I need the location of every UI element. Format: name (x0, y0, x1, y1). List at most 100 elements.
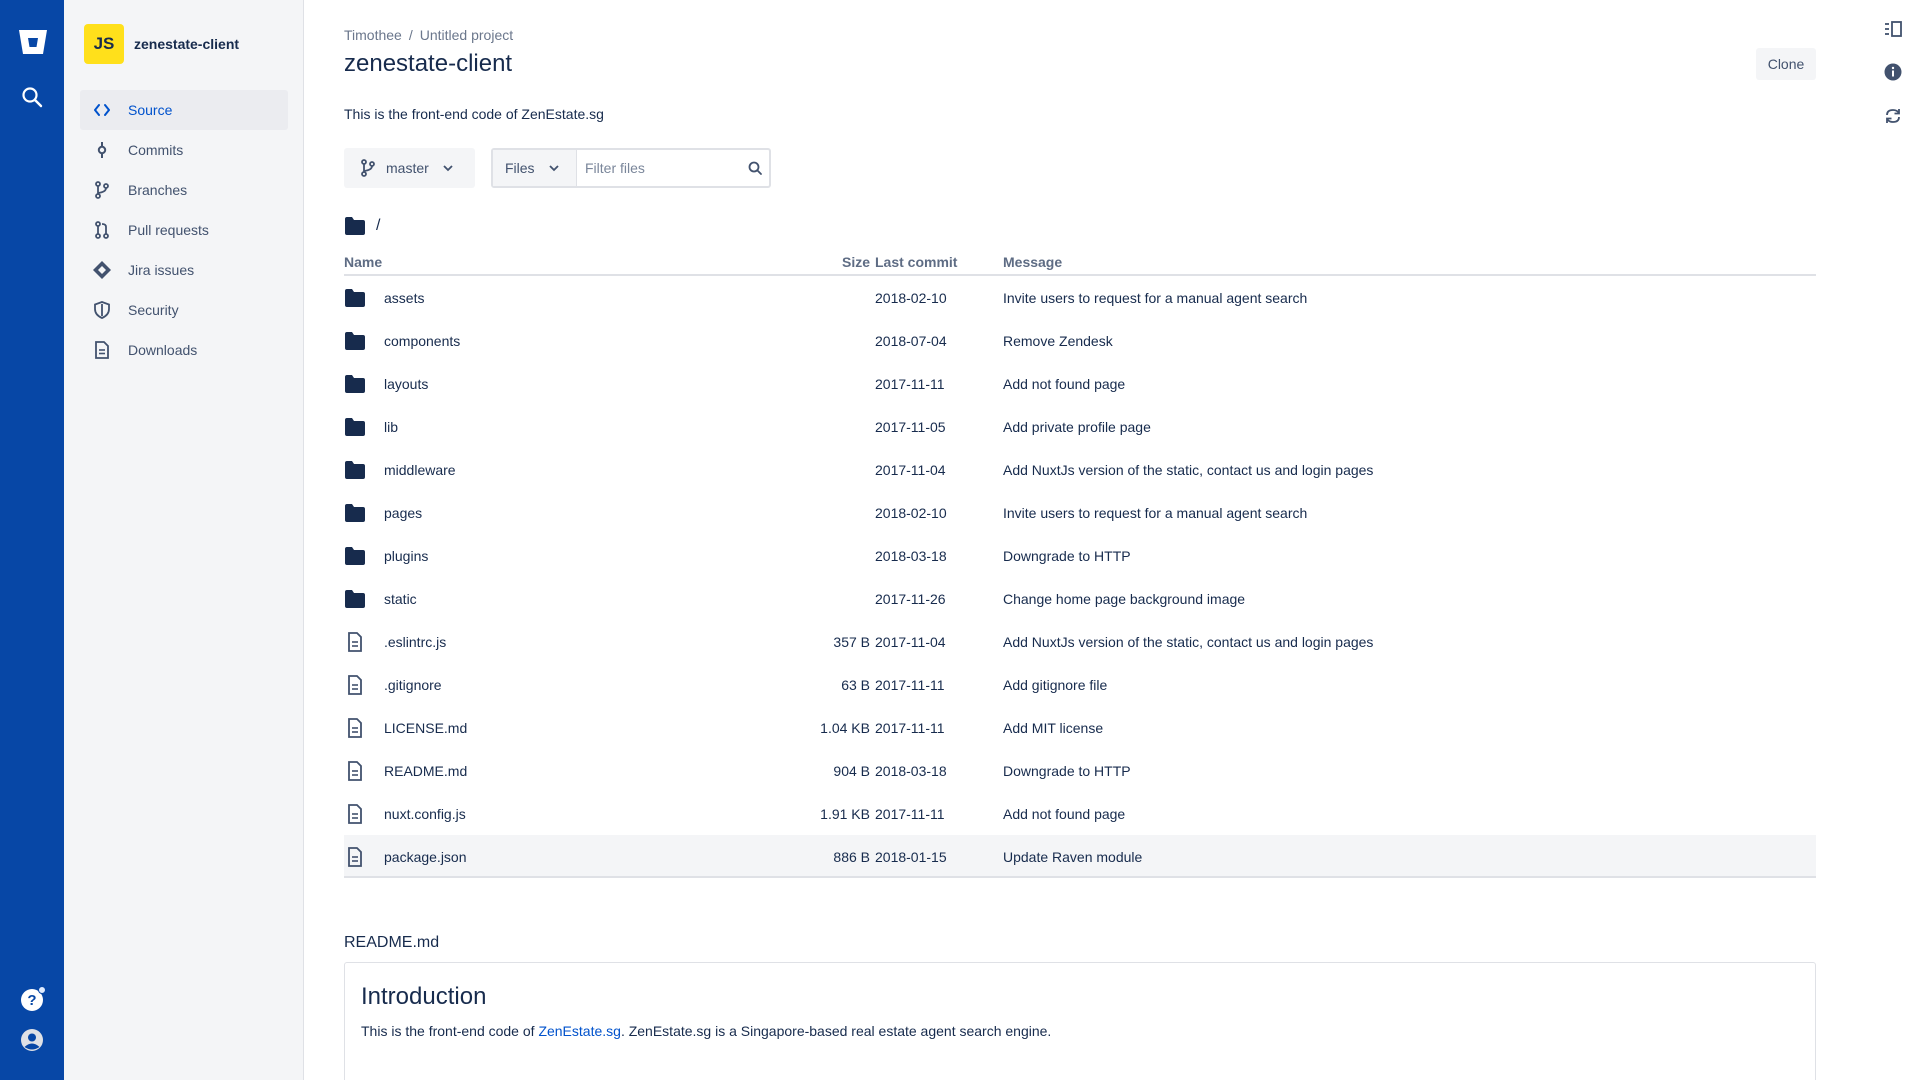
commit-message[interactable]: Add not found page (1003, 806, 1125, 822)
readme-text-before: This is the front-end code of (361, 1023, 539, 1039)
pull-request-icon (92, 220, 112, 240)
commit-message[interactable]: Downgrade to HTTP (1003, 763, 1131, 779)
sidebar-item-commits[interactable]: Commits (80, 130, 288, 170)
file-icon (344, 718, 366, 738)
file-name[interactable]: pages (384, 505, 422, 521)
jira-icon (92, 260, 112, 280)
table-row[interactable]: nuxt.config.js 1.91 KB 2017-11-11 Add not f… (344, 792, 1816, 835)
table-row[interactable]: .eslintrc.js 357 B 2017-11-04 Add NuxtJs ve… (344, 620, 1816, 663)
search-icon[interactable] (747, 160, 763, 176)
table-row[interactable]: static 2017-11-26 Change home page backgro… (344, 577, 1816, 620)
sidebar-item-downloads[interactable]: Downloads (80, 330, 288, 370)
file-size: 1.04 KB (820, 720, 870, 736)
current-path[interactable]: / (376, 217, 380, 235)
search-icon[interactable] (21, 86, 43, 108)
file-name[interactable]: nuxt.config.js (384, 806, 466, 822)
clone-button[interactable]: Clone (1756, 48, 1816, 80)
sidebar-item-source[interactable]: Source (80, 90, 288, 130)
table-row[interactable]: plugins 2018-03-18 Downgrade to HTTP (344, 534, 1816, 577)
commit-message[interactable]: Add gitignore file (1003, 677, 1107, 693)
file-size: 1.91 KB (820, 806, 870, 822)
repo-sidebar: JS zenestate-client Source Commits Branc… (64, 0, 304, 1080)
commit-date: 2018-02-10 (875, 505, 947, 521)
readme-link[interactable]: ZenEstate.sg (538, 1023, 621, 1039)
commit-message[interactable]: Update Raven module (1003, 849, 1142, 865)
commit-message[interactable]: Downgrade to HTTP (1003, 548, 1131, 564)
table-row[interactable]: LICENSE.md 1.04 KB 2017-11-11 Add MIT licen… (344, 706, 1816, 749)
folder-icon (344, 374, 366, 394)
file-icon (344, 804, 366, 824)
commit-date: 2018-02-10 (875, 290, 947, 306)
table-row[interactable]: README.md 904 B 2018-03-18 Downgrade to HTT… (344, 749, 1816, 792)
sidebar-item-pull-requests[interactable]: Pull requests (80, 210, 288, 250)
table-row[interactable]: lib 2017-11-05 Add private profile page (344, 405, 1816, 448)
breadcrumb-owner[interactable]: Timothee (344, 27, 402, 43)
breadcrumb-project[interactable]: Untitled project (420, 27, 513, 43)
file-name[interactable]: components (384, 333, 460, 349)
commit-date: 2017-11-04 (875, 634, 946, 650)
file-name[interactable]: lib (384, 419, 398, 435)
table-row[interactable]: package.json 886 B 2018-01-15 Update Raven … (344, 835, 1816, 878)
file-table: Name Size Last commit Message assets 2018… (344, 250, 1816, 878)
file-name[interactable]: assets (384, 290, 424, 306)
commit-date: 2018-07-04 (875, 333, 947, 349)
header-last-commit[interactable]: Last commit (875, 254, 957, 270)
file-name[interactable]: middleware (384, 462, 456, 478)
panel-toggle-icon[interactable] (1884, 20, 1902, 38)
header-name[interactable]: Name (344, 254, 382, 270)
table-row[interactable]: .gitignore 63 B 2017-11-11 Add gitignore fi… (344, 663, 1816, 706)
file-name[interactable]: layouts (384, 376, 428, 392)
header-size[interactable]: Size (825, 254, 870, 270)
table-row[interactable]: assets 2018-02-10 Invite users to request … (344, 276, 1816, 319)
sidebar-item-branches[interactable]: Branches (80, 170, 288, 210)
file-filter: Files (491, 148, 771, 188)
header-message[interactable]: Message (1003, 254, 1062, 270)
bitbucket-logo-icon[interactable] (18, 28, 48, 56)
profile-icon[interactable] (20, 1028, 44, 1052)
folder-icon (344, 417, 366, 437)
file-name[interactable]: static (384, 591, 417, 607)
commit-message[interactable]: Invite users to request for a manual age… (1003, 290, 1307, 306)
files-type-select[interactable]: Files (493, 150, 577, 186)
commit-message[interactable]: Add NuxtJs version of the static, contac… (1003, 462, 1373, 478)
table-row[interactable]: pages 2018-02-10 Invite users to request f… (344, 491, 1816, 534)
folder-icon (344, 546, 366, 566)
table-row[interactable]: components 2018-07-04 Remove Zendesk (344, 319, 1816, 362)
sidebar-item-jira-issues[interactable]: Jira issues (80, 250, 288, 290)
sync-icon[interactable] (1884, 107, 1902, 125)
shield-icon (92, 300, 112, 320)
commit-message[interactable]: Add NuxtJs version of the static, contac… (1003, 634, 1373, 650)
commit-message[interactable]: Change home page background image (1003, 591, 1245, 607)
repo-header[interactable]: JS zenestate-client (84, 24, 239, 64)
commit-date: 2017-11-05 (875, 419, 946, 435)
info-icon[interactable] (1884, 63, 1902, 81)
commit-message[interactable]: Add MIT license (1003, 720, 1103, 736)
file-icon (344, 761, 366, 781)
file-name[interactable]: package.json (384, 849, 467, 865)
table-row[interactable]: layouts 2017-11-11 Add not found page (344, 362, 1816, 405)
branch-selector[interactable]: master (344, 148, 475, 188)
help-button[interactable]: ? (20, 986, 46, 1012)
table-row[interactable]: middleware 2017-11-04 Add NuxtJs version o… (344, 448, 1816, 491)
commit-date: 2017-11-11 (875, 806, 945, 822)
table-body: assets 2018-02-10 Invite users to request … (344, 276, 1816, 878)
filter-files-input[interactable] (577, 150, 743, 186)
readme-card: Introduction This is the front-end code … (344, 962, 1816, 1080)
file-name[interactable]: LICENSE.md (384, 720, 467, 736)
folder-icon (345, 217, 365, 235)
commit-message[interactable]: Add not found page (1003, 376, 1125, 392)
file-name[interactable]: .eslintrc.js (384, 634, 446, 650)
chevron-down-icon (548, 165, 559, 172)
commit-message[interactable]: Invite users to request for a manual age… (1003, 505, 1307, 521)
commit-message[interactable]: Remove Zendesk (1003, 333, 1113, 349)
branch-icon (361, 159, 375, 177)
branch-label: master (386, 160, 429, 176)
file-name[interactable]: plugins (384, 548, 428, 564)
commit-date: 2017-11-11 (875, 376, 945, 392)
commit-message[interactable]: Add private profile page (1003, 419, 1151, 435)
file-name[interactable]: .gitignore (384, 677, 442, 693)
file-name[interactable]: README.md (384, 763, 467, 779)
sidebar-item-security[interactable]: Security (80, 290, 288, 330)
document-icon (92, 340, 112, 360)
folder-icon (344, 460, 366, 480)
